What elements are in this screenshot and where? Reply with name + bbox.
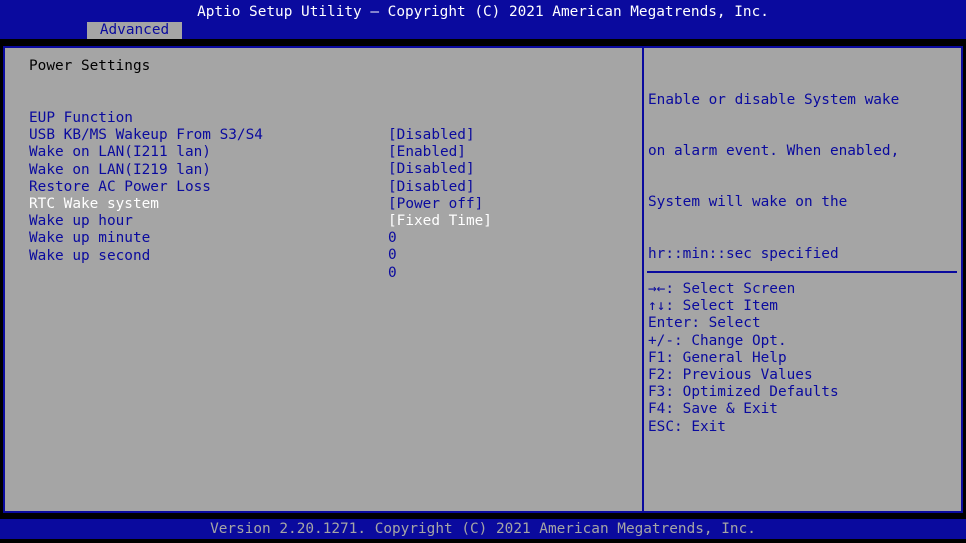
setting-wake-up-hour[interactable]: Wake up hour 0: [29, 196, 397, 246]
setting-eup-function[interactable]: EUP Function [Disabled]: [29, 93, 475, 143]
footer-bar: Version 2.20.1271. Copyright (C) 2021 Am…: [0, 519, 966, 539]
help-line: hr::min::sec specified: [648, 245, 839, 262]
setting-value[interactable]: [Disabled]: [388, 127, 475, 144]
help-text: Enable or disable System wake on alarm e…: [648, 58, 958, 297]
key-optimized-defaults: F3: Optimized Defaults: [648, 384, 839, 401]
key-select-item: ↑↓: Select Item: [648, 298, 778, 315]
key-esc-exit: ESC: Exit: [648, 418, 726, 435]
help-line: Enable or disable System wake: [648, 92, 900, 108]
setting-value[interactable]: [Disabled]: [388, 161, 475, 178]
setting-wake-up-second[interactable]: Wake up second 0: [29, 231, 397, 281]
setting-value[interactable]: 0: [388, 230, 397, 247]
setting-value[interactable]: [Enabled]: [388, 144, 466, 161]
setting-value[interactable]: [Power off]: [388, 196, 483, 213]
key-select-screen: →←: Select Screen: [648, 281, 796, 297]
setting-value[interactable]: 0: [388, 265, 397, 282]
setting-restore-ac-power-loss[interactable]: Restore AC Power Loss [Power off]: [29, 162, 483, 212]
bios-screen: Aptio Setup Utility – Copyright (C) 2021…: [0, 0, 966, 543]
settings-list: EUP Function [Disabled] USB KB/MS Wakeup…: [29, 93, 492, 281]
setting-value[interactable]: 0: [388, 247, 397, 264]
setting-wake-on-lan-i219[interactable]: Wake on LAN(I219 lan) [Disabled]: [29, 145, 475, 195]
key-legend: →←: Select Screen ↑↓: Select Item Enter:…: [648, 281, 839, 436]
section-title: Power Settings: [29, 58, 151, 74]
key-save-exit: F4: Save & Exit: [648, 401, 778, 418]
key-general-help: F1: General Help: [648, 349, 787, 366]
tab-advanced[interactable]: Advanced: [87, 22, 182, 39]
setting-usb-kbms-wakeup[interactable]: USB KB/MS Wakeup From S3/S4 [Enabled]: [29, 110, 466, 160]
main-panel: Power Settings EUP Function [Disabled] U…: [3, 46, 963, 513]
setting-label: Wake up second: [29, 247, 151, 264]
help-line: on alarm event. When enabled,: [648, 143, 900, 160]
setting-wake-up-minute[interactable]: Wake up minute 0: [29, 213, 397, 263]
version-text: Version 2.20.1271. Copyright (C) 2021 Am…: [210, 521, 756, 537]
panel-divider-vertical: [642, 48, 644, 511]
setting-rtc-wake-system[interactable]: RTC Wake system [Fixed Time]: [29, 179, 492, 229]
setting-wake-on-lan-i211[interactable]: Wake on LAN(I211 lan) [Disabled]: [29, 127, 475, 177]
key-previous-values: F2: Previous Values: [648, 366, 813, 383]
setting-value[interactable]: [Disabled]: [388, 179, 475, 196]
title-bar: Aptio Setup Utility – Copyright (C) 2021…: [0, 0, 966, 39]
app-title: Aptio Setup Utility – Copyright (C) 2021…: [197, 4, 769, 20]
key-enter-select: Enter: Select: [648, 315, 761, 332]
setting-value[interactable]: [Fixed Time]: [388, 213, 492, 230]
key-change-opt: +/-: Change Opt.: [648, 332, 787, 349]
help-line: System will wake on the: [648, 194, 848, 211]
